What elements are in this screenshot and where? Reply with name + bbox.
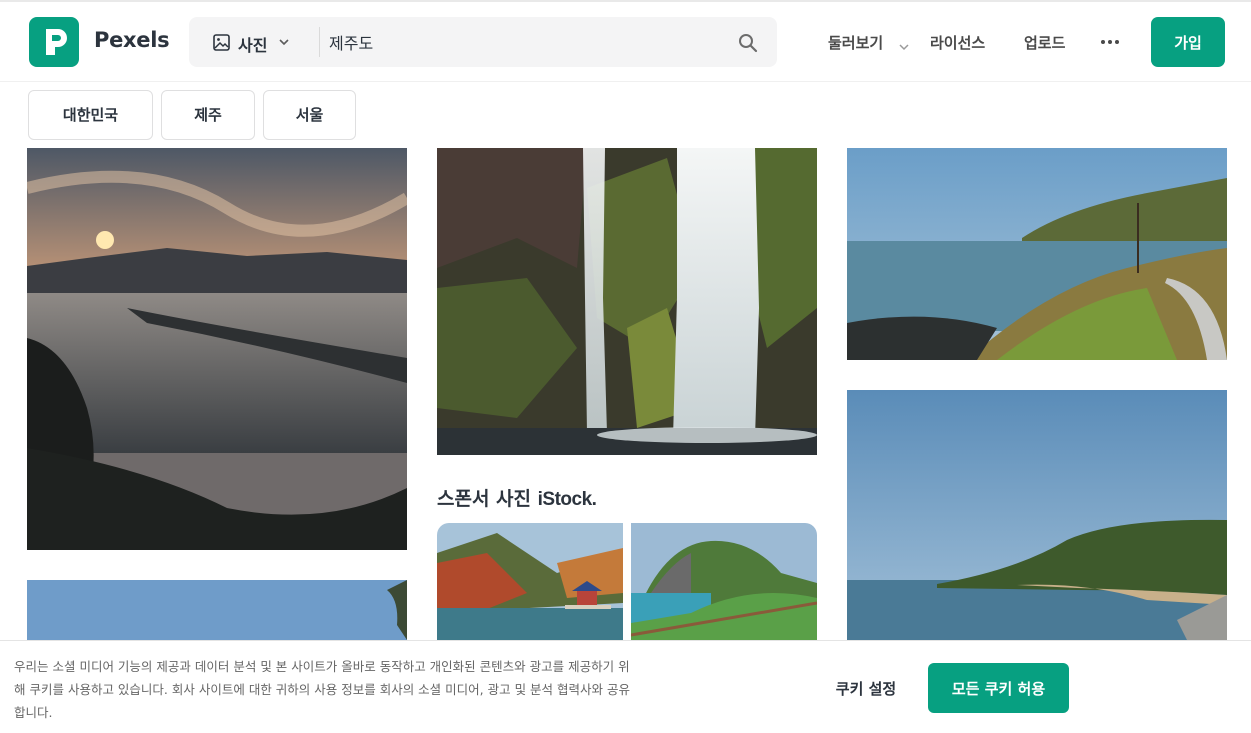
- photo-korea-autumn-pavilion[interactable]: [437, 523, 623, 640]
- image-icon: [213, 34, 230, 55]
- pexels-logo-icon[interactable]: [29, 17, 79, 67]
- search-input[interactable]: [329, 17, 729, 67]
- nav-upload[interactable]: 업로드: [1024, 32, 1065, 53]
- search-bar: 사진: [189, 17, 777, 67]
- cookie-notice-text: 우리는 소셜 미디어 기능의 제공과 데이터 분석 및 본 사이트가 올바로 동…: [14, 659, 630, 720]
- search-icon[interactable]: [738, 33, 758, 57]
- nav-license[interactable]: 라이선스: [930, 32, 985, 53]
- search-type-label: 사진: [238, 36, 268, 55]
- photo-jeju-sunset-coast[interactable]: [27, 148, 407, 550]
- photo-jeju-sea-cliff[interactable]: [847, 390, 1227, 640]
- brand-name[interactable]: Pexels: [94, 28, 170, 52]
- chevron-down-icon: [898, 38, 910, 57]
- sponsor-label: 스폰서 사진: [437, 488, 532, 510]
- photo-jeju-blue-sky[interactable]: [27, 580, 407, 640]
- sponsor-heading: 스폰서 사진 iStock.: [437, 484, 597, 511]
- cookie-settings-button[interactable]: 쿠키 설정: [820, 663, 912, 713]
- chevron-down-icon: [277, 34, 291, 53]
- search-type-dropdown[interactable]: 사진: [189, 17, 319, 67]
- join-button[interactable]: 가입: [1151, 17, 1225, 67]
- cookie-banner: 우리는 소셜 미디어 기능의 제공과 데이터 분석 및 본 사이트가 올바로 동…: [0, 640, 1251, 733]
- tag-chip-korea[interactable]: 대한민국: [28, 90, 153, 140]
- photo-jeju-waterfall[interactable]: [437, 148, 817, 455]
- istock-logo[interactable]: iStock.: [538, 489, 597, 510]
- tag-chip-jeju[interactable]: 제주: [161, 90, 255, 140]
- search-divider: [319, 27, 320, 57]
- photo-jeju-seongsan-peak[interactable]: [631, 523, 817, 640]
- top-navbar: Pexels 사진 둘러보기 라이선스: [0, 2, 1251, 82]
- more-dots-icon[interactable]: [1101, 33, 1121, 49]
- nav-explore[interactable]: 둘러보기: [828, 32, 883, 53]
- accept-all-cookies-button[interactable]: 모든 쿠키 허용: [928, 663, 1069, 713]
- photo-jeju-coast-hill-path[interactable]: [847, 148, 1227, 360]
- tag-chip-seoul[interactable]: 서울: [263, 90, 356, 140]
